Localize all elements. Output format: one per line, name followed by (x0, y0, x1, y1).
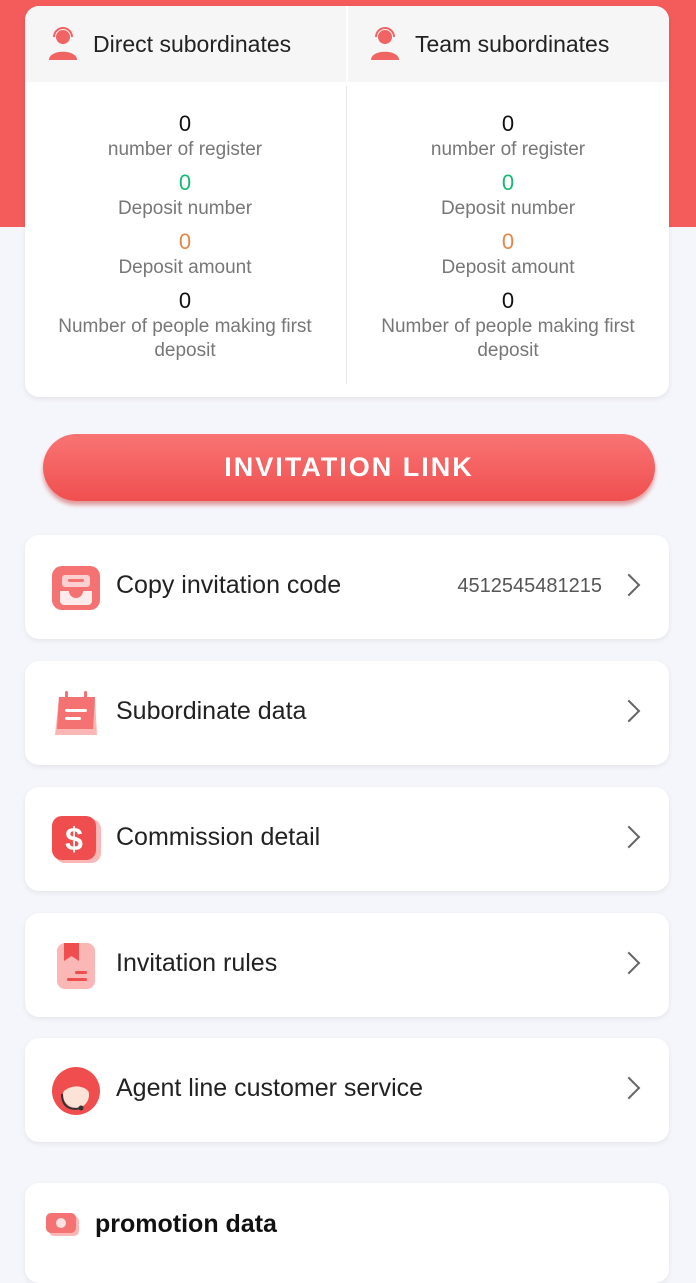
deposit-number-label: Deposit number (117, 198, 253, 219)
svg-text:$: $ (65, 821, 83, 857)
agent-customer-service-label: Agent line customer service (116, 1074, 424, 1102)
team-subordinates-tab[interactable]: Team subordinates (367, 6, 609, 82)
first-deposit-stat: 0 Number of people making first deposit (35, 289, 335, 363)
document-bookmark-icon (57, 943, 95, 989)
invitation-link-button[interactable]: INVITATION LINK (43, 434, 655, 501)
register-stat: 0 number of register (35, 112, 335, 162)
deposit-amount-value: 0 (501, 229, 515, 254)
deposit-number-value: 0 (178, 170, 192, 195)
stats-header: Direct subordinates Team subordinates (25, 6, 669, 82)
chevron-right-icon (617, 825, 641, 849)
chevron-right-icon (617, 573, 641, 597)
deposit-amount-stat: 0 Deposit amount (35, 230, 335, 280)
subordinate-data-label: Subordinate data (116, 697, 307, 725)
first-deposit-count: 0 (501, 288, 515, 313)
person-icon (49, 27, 77, 60)
deposit-number-value: 0 (501, 170, 515, 195)
column-divider (346, 86, 347, 384)
first-deposit-stat: 0 Number of people making first deposit (358, 289, 658, 363)
register-stat: 0 number of register (358, 112, 658, 162)
subordinate-data-row[interactable]: Subordinate data (25, 661, 669, 765)
person-icon (371, 27, 399, 60)
promotion-data-title: promotion data (95, 1210, 277, 1238)
team-stats-column: 0 number of register 0 Deposit number 0 … (358, 112, 658, 372)
deposit-amount-label: Deposit amount (441, 257, 575, 278)
dollar-icon: $ (52, 816, 101, 863)
calendar-list-icon (55, 691, 97, 735)
header-divider (346, 6, 348, 82)
first-deposit-label: Number of people making first deposit (381, 316, 635, 361)
register-label: number of register (107, 139, 263, 160)
deposit-amount-label: Deposit amount (118, 257, 252, 278)
subordinates-stats-card: Direct subordinates Team subordinates 0 … (25, 6, 669, 397)
commission-detail-row[interactable]: $ Commission detail (25, 787, 669, 891)
first-deposit-count: 0 (178, 288, 192, 313)
register-label: number of register (430, 139, 586, 160)
chevron-right-icon (617, 951, 641, 975)
promotion-data-card: promotion data (25, 1183, 669, 1283)
cash-icon (46, 1213, 79, 1236)
direct-subordinates-tab[interactable]: Direct subordinates (45, 6, 291, 82)
headset-agent-icon (52, 1067, 100, 1115)
first-deposit-label: Number of people making first deposit (58, 316, 312, 361)
invitation-rules-label: Invitation rules (116, 949, 278, 977)
chevron-right-icon (617, 699, 641, 723)
invitation-code-value: 4512545481215 (457, 575, 602, 597)
deposit-number-stat: 0 Deposit number (358, 171, 658, 221)
register-count: 0 (501, 111, 515, 136)
direct-subordinates-title: Direct subordinates (93, 30, 292, 57)
chevron-right-icon (617, 1076, 641, 1100)
copy-invitation-code-row[interactable]: Copy invitation code 4512545481215 (25, 535, 669, 639)
deposit-amount-stat: 0 Deposit amount (358, 230, 658, 280)
direct-stats-column: 0 number of register 0 Deposit number 0 … (35, 112, 335, 372)
copy-invitation-code-label: Copy invitation code (116, 571, 342, 599)
register-count: 0 (178, 111, 192, 136)
deposit-amount-value: 0 (178, 229, 192, 254)
deposit-number-label: Deposit number (440, 198, 576, 219)
inbox-icon (52, 566, 100, 610)
deposit-number-stat: 0 Deposit number (35, 171, 335, 221)
team-subordinates-title: Team subordinates (415, 30, 610, 57)
invitation-rules-row[interactable]: Invitation rules (25, 913, 669, 1017)
agent-customer-service-row[interactable]: Agent line customer service (25, 1038, 669, 1142)
commission-detail-label: Commission detail (116, 823, 321, 851)
